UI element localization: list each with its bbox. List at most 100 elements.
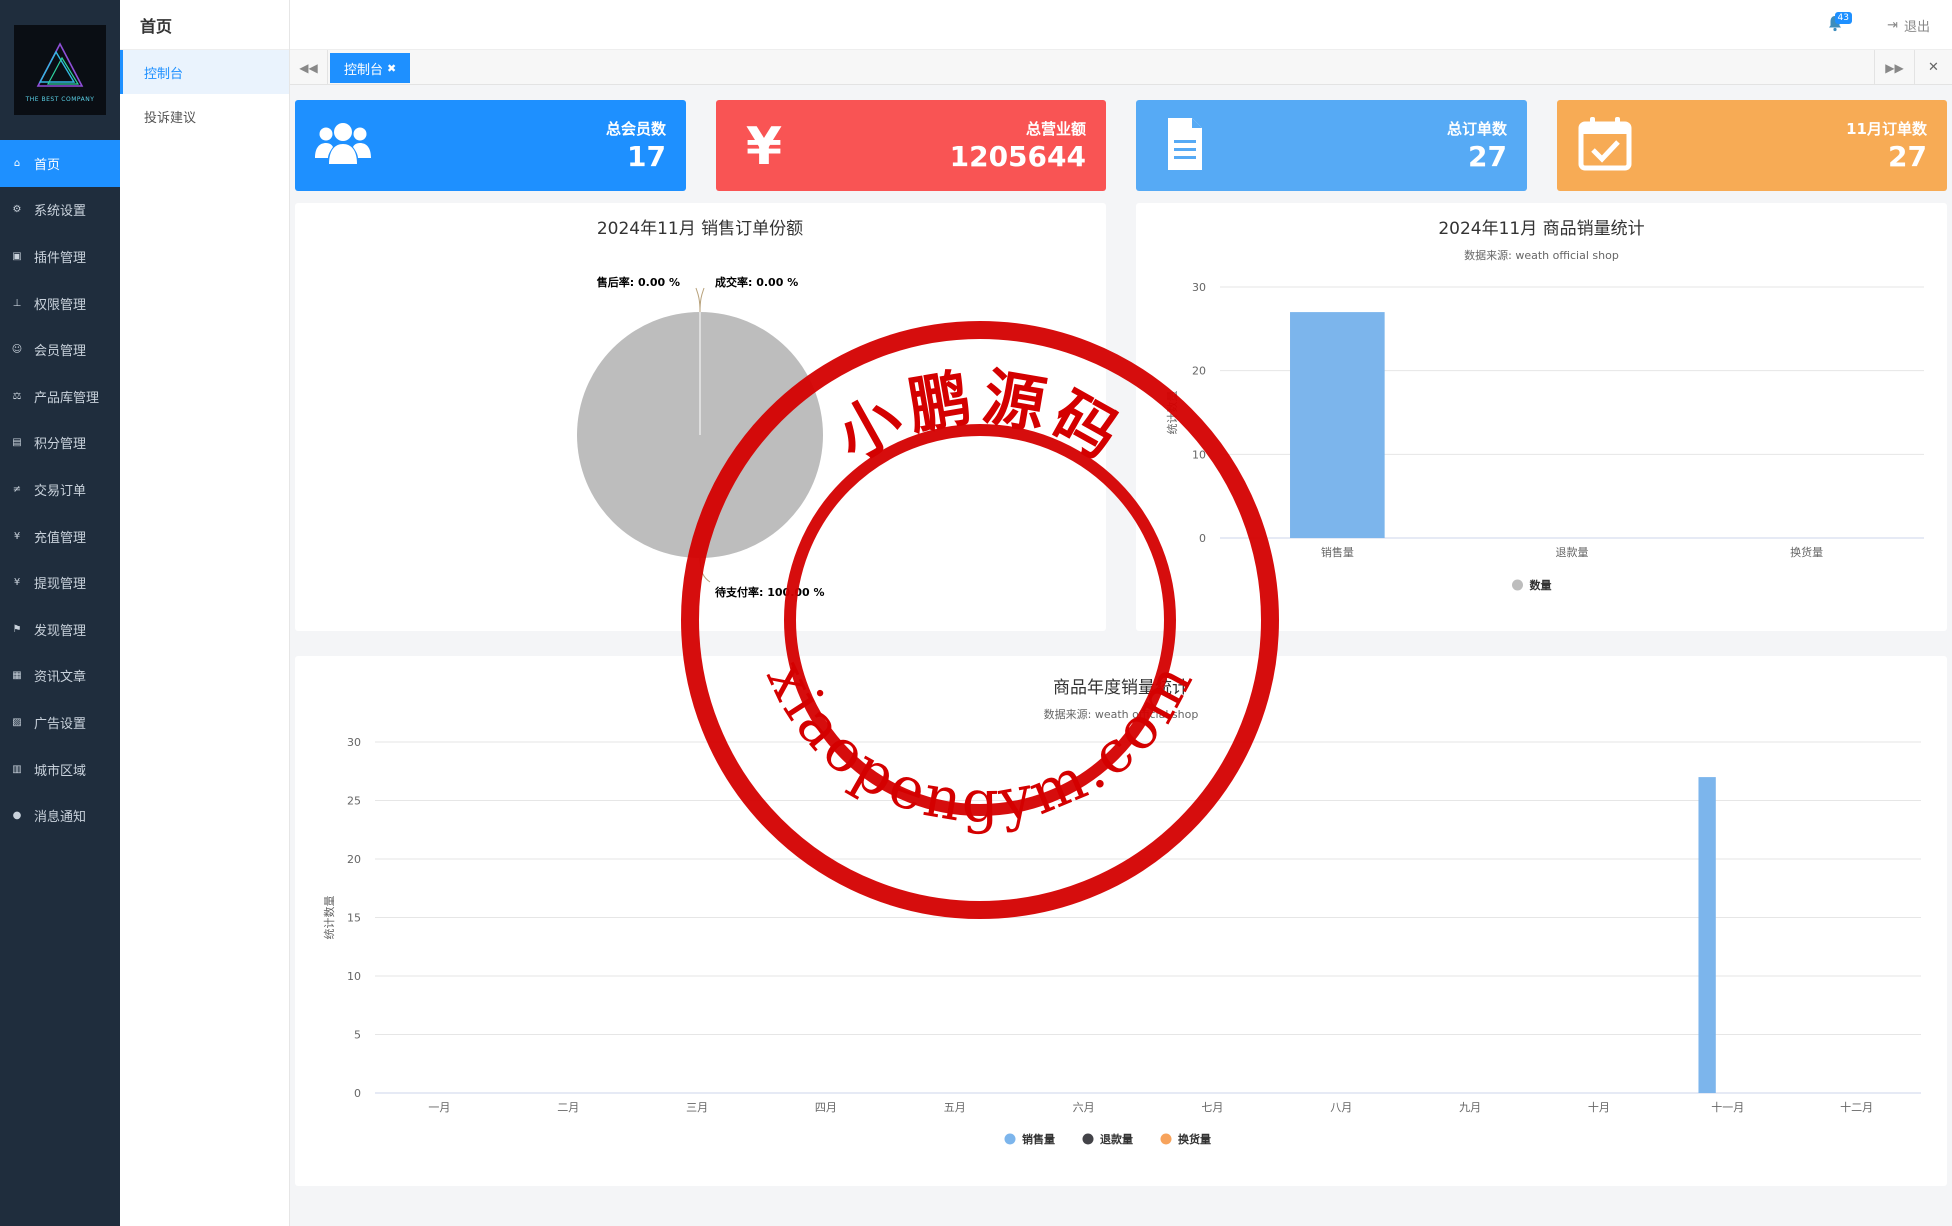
stat-label: 总营业额: [1025, 120, 1086, 138]
users-icon: [315, 123, 371, 164]
sidebar-item[interactable]: ● 消息通知: [0, 792, 120, 839]
sidebar-item-label: 会员管理: [34, 344, 87, 360]
sidebar-item-label: 充值管理: [34, 530, 87, 546]
sidebar-item-label: 消息通知: [34, 810, 87, 826]
chart-title: 2024年11月 商品销量统计: [1438, 219, 1644, 239]
sidebar-item[interactable]: ▥ 城市区域: [0, 746, 120, 793]
chart-subtitle: 数据来源: weath official shop: [1044, 707, 1199, 721]
y-tick-label: 10: [347, 970, 361, 983]
sidebar-item[interactable]: ⚖ 产品库管理: [0, 373, 120, 420]
annual-bar-chart-panel: 商品年度销量统计 数据来源: weath official shop 0 5 10 15 2…: [295, 656, 1947, 1186]
stat-label: 总会员数: [605, 120, 666, 138]
monthly-bar-chart: 2024年11月 商品销量统计数据来源: weath official shop…: [1166, 219, 1924, 592]
pie-data-label: 待支付率: 100.00 %: [714, 585, 825, 599]
sidebar-item-label: 发现管理: [34, 623, 87, 639]
yen-icon: ¥: [746, 117, 782, 174]
sidebar-item[interactable]: ▤ 积分管理: [0, 420, 120, 467]
tab-close-icon[interactable]: ✖: [387, 62, 396, 75]
chart-subtitle: 数据来源: weath official shop: [1464, 248, 1619, 262]
map-icon: ▥: [12, 763, 22, 775]
sub-sidebar: 首页 控制台 投诉建议: [120, 0, 290, 1226]
scale-icon: ⚖: [12, 390, 22, 402]
sidebar-item[interactable]: ⚙ 系统设置: [0, 187, 120, 234]
x-tick-label: 五月: [944, 1101, 966, 1114]
yen-icon: ¥: [13, 577, 21, 589]
svg-text:¥: ¥: [746, 117, 782, 174]
sub-sidebar-title: 首页: [120, 0, 289, 50]
sidebar-item[interactable]: ▦ 资讯文章: [0, 653, 120, 700]
comment-icon: ●: [12, 810, 22, 822]
stat-label: 总订单数: [1446, 120, 1507, 138]
x-tick-label: 三月: [686, 1101, 708, 1114]
sidebar-item[interactable]: ▣ 插件管理: [0, 233, 120, 280]
sidebar-item-label: 权限管理: [34, 297, 87, 313]
y-tick-label: 25: [347, 795, 361, 808]
logo[interactable]: THE BEST COMPANY: [14, 25, 106, 115]
yen-lines-icon: ≠: [12, 483, 22, 495]
sidebar-item-label: 广告设置: [34, 716, 87, 732]
tab-bar: ◀◀ 控制台 ✖ ▶▶ ✕: [290, 50, 1952, 85]
tab-scroll-right-icon[interactable]: ▶▶: [1874, 50, 1914, 85]
x-tick-label: 换货量: [1790, 545, 1823, 559]
label-connector: [695, 287, 701, 313]
y-tick-label: 0: [354, 1087, 361, 1100]
y-tick-label: 0: [1199, 532, 1206, 545]
stat-value: 17: [627, 140, 666, 173]
sidebar-item[interactable]: ⊥ 权限管理: [0, 280, 120, 327]
logout-button[interactable]: ⇥ 退出: [1887, 16, 1930, 35]
sidebar-item[interactable]: ⌂ 首页: [0, 140, 120, 187]
file-icon: ▤: [12, 437, 22, 449]
users-icon: ☺: [11, 344, 23, 356]
sitemap-icon: ⊥: [12, 297, 22, 309]
tab-dashboard[interactable]: 控制台 ✖: [330, 53, 411, 83]
stat-value: 27: [1468, 140, 1507, 173]
sidebar-item[interactable]: ▨ 广告设置: [0, 699, 120, 746]
logout-icon: ⇥: [1887, 18, 1898, 33]
x-tick-label: 十一月: [1711, 1100, 1744, 1114]
pie-chart-panel: 2024年11月 销售订单份额 售后率: 0.00 % 成交率: 0.00 % 待支付…: [295, 203, 1106, 631]
x-tick-label: 十月: [1588, 1100, 1610, 1114]
legend-item: 销售量: [1022, 1132, 1055, 1146]
top-header: 43 ⇥ 退出: [290, 0, 1952, 50]
sidebar-item[interactable]: ≠ 交易订单: [0, 466, 120, 513]
sidebar-item-label: 积分管理: [34, 437, 87, 453]
close-all-tabs-icon[interactable]: ✕: [1914, 50, 1952, 85]
y-axis-label: 统计数量: [323, 896, 336, 940]
stat-card-month-orders: 11月订单数 27: [1557, 100, 1947, 191]
y-tick-label: 30: [347, 736, 361, 749]
bar: [1290, 312, 1385, 538]
flag-icon: ⚑: [12, 623, 22, 635]
sidebar: THE BEST COMPANY ⌂ 首页 ⚙ 系统设置 ▣ 插件管理 ⊥ 权限管理 ☺ 会员管理…: [0, 0, 120, 1226]
sub-item-dashboard[interactable]: 控制台: [120, 50, 289, 94]
sidebar-nav: ⌂ 首页 ⚙ 系统设置 ▣ 插件管理 ⊥ 权限管理 ☺ 会员管理 ⚖ 产品库管理 ▤ 积分管理 ≠ 交易订单 ¥…: [0, 140, 120, 839]
legend-item: 数量: [1530, 578, 1552, 592]
y-tick-label: 20: [1192, 365, 1206, 378]
sidebar-item[interactable]: ⚑ 发现管理: [0, 606, 120, 653]
sidebar-item[interactable]: ☺ 会员管理: [0, 326, 120, 373]
sidebar-item[interactable]: ¥ 充值管理: [0, 513, 120, 560]
stat-card-revenue: ¥ 总营业额 1205644: [716, 100, 1106, 191]
image-icon: ▨: [12, 716, 22, 728]
sidebar-item[interactable]: ¥ 提现管理: [0, 559, 120, 606]
stat-label: 11月订单数: [1846, 120, 1927, 138]
y-tick-label: 30: [1192, 281, 1206, 294]
x-tick-label: 二月: [557, 1101, 579, 1114]
logo-text: THE BEST COMPANY: [25, 95, 95, 103]
x-tick-label: 六月: [1073, 1101, 1095, 1114]
chart-title: 商品年度销量统计: [1053, 678, 1189, 698]
logout-label: 退出: [1903, 20, 1930, 35]
sidebar-item-label: 系统设置: [34, 204, 87, 220]
legend-marker: [1082, 1133, 1094, 1145]
x-tick-label: 四月: [815, 1101, 837, 1114]
y-axis-label: 统计数量: [1166, 391, 1179, 435]
tab-scroll-left-icon[interactable]: ◀◀: [290, 50, 328, 85]
legend-marker: [1160, 1133, 1172, 1145]
sidebar-item-label: 提现管理: [34, 577, 87, 593]
gear-icon: ⚙: [12, 204, 22, 216]
sidebar-item-label: 插件管理: [34, 250, 87, 266]
x-tick-label: 一月: [428, 1101, 450, 1114]
sidebar-item-label: 城市区域: [34, 763, 87, 779]
legend-item: 退款量: [1100, 1132, 1133, 1146]
sub-item-complaints[interactable]: 投诉建议: [120, 94, 289, 138]
sidebar-item-label: 交易订单: [34, 483, 87, 499]
